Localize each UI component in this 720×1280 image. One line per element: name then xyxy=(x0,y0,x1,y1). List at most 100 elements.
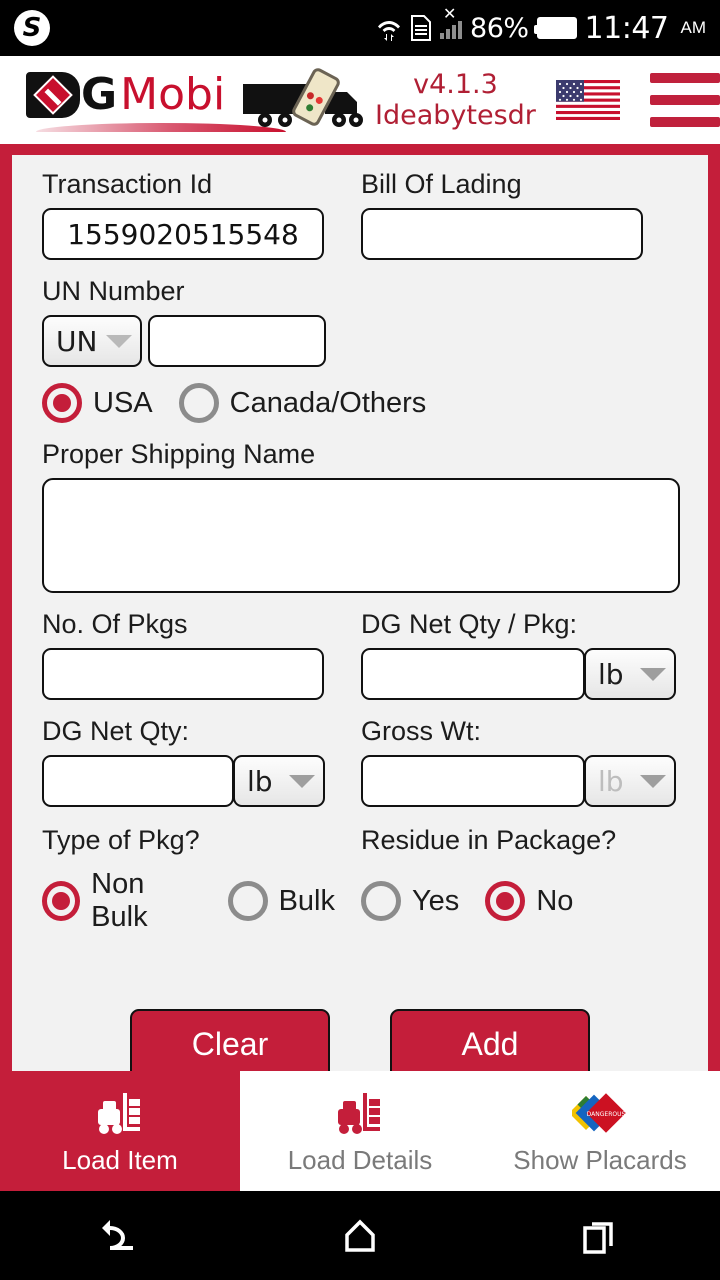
no-signal-icon: ✕ xyxy=(440,7,463,39)
no-of-pkgs-label: No. Of Pkgs xyxy=(42,609,188,639)
signal-x-mark: ✕ xyxy=(443,6,457,23)
radio-residue-yes[interactable]: Yes xyxy=(361,881,459,921)
radio-usa-circle xyxy=(42,383,82,423)
gross-wt-input[interactable] xyxy=(361,755,585,807)
type-of-pkg-radio-group: Non Bulk Bulk xyxy=(42,868,361,934)
proper-shipping-name-input[interactable] xyxy=(42,478,680,593)
status-bar-clock: 11:47 xyxy=(584,10,669,46)
android-nav-bar xyxy=(0,1191,720,1280)
dg-net-qty-label: DG Net Qty: xyxy=(42,716,190,746)
radio-residue-no[interactable]: No xyxy=(485,881,573,921)
group-type-of-pkg: Type of Pkg? xyxy=(42,825,361,856)
radio-bulk[interactable]: Bulk xyxy=(227,881,335,921)
dg-net-qty-unit-dropdown[interactable]: lb xyxy=(233,755,325,807)
radio-non-bulk-label: Non Bulk xyxy=(91,868,148,933)
app-logo: G Mobi xyxy=(26,64,367,136)
row-transaction-bol: Transaction Id 1559020515548 Bill Of Lad… xyxy=(42,169,680,260)
skype-icon: S xyxy=(14,10,50,46)
tab-load-details[interactable]: Load Details xyxy=(240,1071,480,1191)
radio-residue-yes-circle xyxy=(361,881,401,921)
field-dg-net-qty: DG Net Qty: lb xyxy=(42,716,361,807)
tab-show-placards-label: Show Placards xyxy=(513,1144,687,1175)
app-version: v4.1.3 xyxy=(413,68,498,100)
un-number-label: UN Number xyxy=(42,276,185,306)
row-pkgtype-residue: Type of Pkg? Residue in Package? xyxy=(42,825,680,856)
company-name: Ideabytesdr xyxy=(375,100,536,131)
dg-net-qty-input[interactable] xyxy=(42,755,234,807)
radio-canada-others[interactable]: Canada/Others xyxy=(178,383,427,423)
diamond-placard-icon xyxy=(33,75,73,115)
battery-icon xyxy=(533,17,577,39)
status-bar-left: S xyxy=(0,10,50,46)
gross-wt-label: Gross Wt: xyxy=(361,716,481,746)
radio-residue-no-circle xyxy=(485,881,526,921)
recents-icon[interactable] xyxy=(565,1208,635,1264)
us-flag-icon[interactable] xyxy=(555,80,620,120)
residue-radio-group: Yes No xyxy=(361,868,680,934)
bottom-tab-bar: Load Item Load Details DANGEROUS Show Pl… xyxy=(0,1071,720,1191)
status-bar-meridiem: AM xyxy=(680,18,707,37)
residue-in-package-label: Residue in Package? xyxy=(361,825,617,855)
chevron-down-icon xyxy=(289,774,315,788)
proper-shipping-name-label: Proper Shipping Name xyxy=(42,439,316,469)
dg-net-qty-per-pkg-unit-dropdown[interactable]: lb xyxy=(584,648,676,700)
version-block: v4.1.3 Ideabytesdr xyxy=(375,69,536,131)
radio-canada-others-label: Canada/Others xyxy=(229,386,427,419)
field-transaction-id: Transaction Id 1559020515548 xyxy=(42,169,361,260)
forklift-icon xyxy=(334,1087,386,1139)
group-residue-in-package: Residue in Package? xyxy=(361,825,680,856)
tab-load-item-label: Load Item xyxy=(62,1144,178,1175)
type-of-pkg-label: Type of Pkg? xyxy=(42,825,200,855)
bill-of-lading-input[interactable] xyxy=(361,208,643,260)
home-icon[interactable] xyxy=(325,1208,395,1264)
field-bill-of-lading: Bill Of Lading xyxy=(361,169,680,260)
field-no-of-pkgs: No. Of Pkgs xyxy=(42,609,361,700)
chevron-down-icon xyxy=(640,667,666,681)
wifi-icon xyxy=(376,15,402,41)
skype-glyph: S xyxy=(22,13,42,43)
transaction-id-input[interactable]: 1559020515548 xyxy=(42,208,324,260)
logo-d-placard-icon xyxy=(26,72,80,118)
dg-net-qty-unit-value: lb xyxy=(247,764,273,798)
logo-mobi-text: Mobi xyxy=(120,69,226,120)
field-gross-wt: Gross Wt: lb xyxy=(361,716,680,807)
dg-net-qty-per-pkg-label: DG Net Qty / Pkg: xyxy=(361,609,578,639)
gross-wt-unit-value: lb xyxy=(598,764,624,798)
region-radio-group: USA Canada/Others xyxy=(42,383,680,423)
field-proper-shipping-name: Proper Shipping Name xyxy=(42,439,680,593)
radio-non-bulk-circle xyxy=(42,881,81,921)
form-frame: Transaction Id 1559020515548 Bill Of Lad… xyxy=(0,144,720,1071)
chevron-down-icon xyxy=(640,774,666,788)
field-un-number: UN Number UN xyxy=(42,276,680,367)
clear-button[interactable]: Clear xyxy=(130,1009,330,1071)
un-number-input[interactable] xyxy=(148,315,326,367)
tab-load-details-label: Load Details xyxy=(287,1144,433,1175)
placard-diamond-icon: DANGEROUS xyxy=(572,1087,628,1139)
un-prefix-value: UN xyxy=(56,324,98,358)
radio-usa[interactable]: USA xyxy=(42,383,153,423)
form-action-buttons: Clear Add xyxy=(12,1009,708,1071)
radio-bulk-circle xyxy=(227,881,268,921)
tab-show-placards[interactable]: DANGEROUS Show Placards xyxy=(480,1071,720,1191)
tab-load-item[interactable]: Load Item xyxy=(0,1071,240,1191)
dg-net-qty-per-pkg-input[interactable] xyxy=(361,648,585,700)
status-bar: S ✕ 86% 11:47 AM xyxy=(0,0,720,56)
sim-card-icon xyxy=(410,15,432,41)
svg-text:DANGEROUS: DANGEROUS xyxy=(587,1111,626,1118)
chevron-down-icon xyxy=(106,334,132,348)
radio-usa-label: USA xyxy=(93,386,153,419)
load-item-form: Transaction Id 1559020515548 Bill Of Lad… xyxy=(12,155,708,1071)
hamburger-menu-icon[interactable] xyxy=(649,73,720,127)
add-button[interactable]: Add xyxy=(390,1009,590,1071)
dg-net-qty-per-pkg-unit-value: lb xyxy=(598,657,624,691)
logo-wordmark: G Mobi xyxy=(26,70,225,120)
field-dg-net-qty-per-pkg: DG Net Qty / Pkg: lb xyxy=(361,609,680,700)
radio-non-bulk[interactable]: Non Bulk xyxy=(42,868,202,934)
back-icon[interactable] xyxy=(85,1208,155,1264)
un-prefix-dropdown[interactable]: UN xyxy=(42,315,142,367)
row-pkgs-netqtypkg: No. Of Pkgs DG Net Qty / Pkg: lb xyxy=(42,609,680,700)
no-of-pkgs-input[interactable] xyxy=(42,648,324,700)
phone-screen: S ✕ 86% 11:47 AM G Mobi v4.1.3 Ideabytes… xyxy=(0,0,720,1280)
logo-letter-g: G xyxy=(81,69,118,120)
row-netqty-grosswt: DG Net Qty: lb Gross Wt: lb xyxy=(42,716,680,807)
